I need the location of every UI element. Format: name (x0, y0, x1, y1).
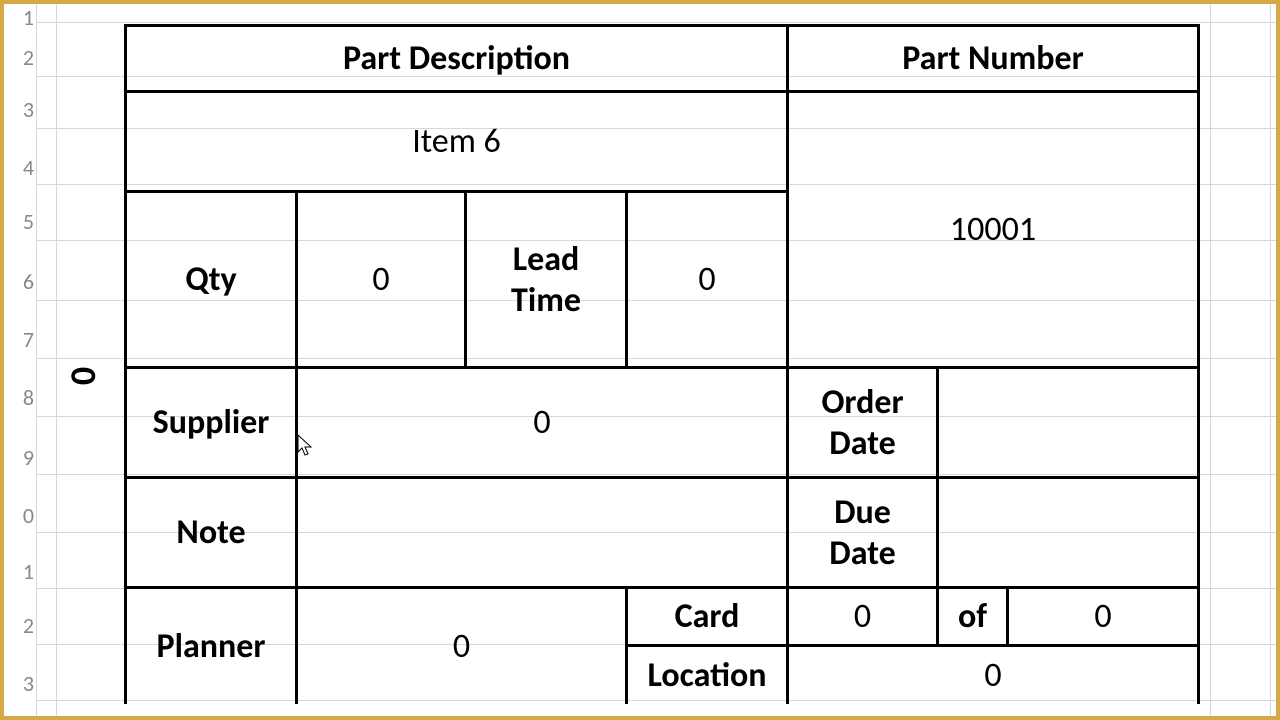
value-order-date[interactable] (938, 368, 1199, 478)
value-note[interactable] (297, 478, 788, 588)
row-number: 6 (8, 268, 34, 295)
row-number: 8 (8, 384, 34, 411)
header-qty: Qty (126, 192, 297, 368)
row-number: 7 (8, 326, 34, 353)
value-part-description[interactable]: Item 6 (126, 92, 788, 192)
row-number-gutter: 1 2 3 4 5 6 7 8 9 0 1 2 3 (8, 4, 38, 716)
value-planner[interactable]: 0 (297, 588, 627, 704)
header-part-number: Part Number (788, 26, 1199, 92)
value-card-total[interactable]: 0 (1008, 588, 1199, 646)
header-part-description: Part Description (126, 26, 788, 92)
value-card-num[interactable]: 0 (788, 588, 938, 646)
header-note: Note (126, 478, 297, 588)
row-number: 3 (8, 670, 34, 697)
row-number: 4 (8, 154, 34, 181)
header-supplier: Supplier (126, 368, 297, 478)
row-number: 3 (8, 96, 34, 123)
row-number: 1 (8, 4, 34, 31)
value-due-date[interactable] (938, 478, 1199, 588)
kanban-card-table[interactable]: Part Description Part Number Item 6 1000… (124, 24, 1200, 704)
row-number: 5 (8, 208, 34, 235)
row-number: 0 (8, 502, 34, 529)
row-number: 2 (8, 612, 34, 639)
value-lead-time[interactable]: 0 (627, 192, 788, 368)
header-lead-time: Lead Time (466, 192, 627, 368)
header-order-date: Order Date (788, 368, 938, 478)
header-planner: Planner (126, 588, 297, 704)
value-supplier[interactable]: 0 (297, 368, 788, 478)
header-card: Card (627, 588, 788, 646)
value-part-number[interactable]: 10001 (788, 92, 1199, 368)
header-due-date: Due Date (788, 478, 938, 588)
header-location: Location (627, 646, 788, 704)
side-rotated-label: 0 (61, 367, 105, 385)
value-location[interactable]: 0 (788, 646, 1199, 704)
row-number: 2 (8, 44, 34, 71)
value-qty[interactable]: 0 (297, 192, 466, 368)
row-number: 1 (8, 558, 34, 585)
row-number: 9 (8, 444, 34, 471)
label-of: of (938, 588, 1008, 646)
